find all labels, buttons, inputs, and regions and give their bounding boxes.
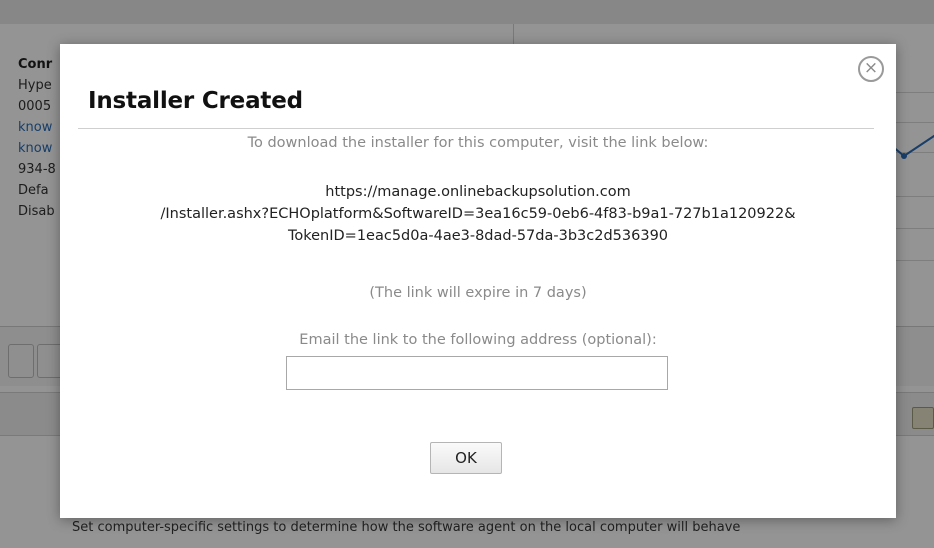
ok-button[interactable]: OK (430, 442, 502, 474)
title-divider (78, 128, 874, 129)
installer-link-line: /Installer.ashx?ECHOplatform&SoftwareID=… (160, 206, 796, 222)
dialog-title: Installer Created (88, 88, 303, 114)
installer-download-link[interactable]: https://manage.onlinebackupsolution.com … (60, 181, 896, 247)
link-expiry-note: (The link will expire in 7 days) (369, 285, 587, 301)
instruction-text: To download the installer for this compu… (247, 135, 709, 151)
installer-link-line: TokenID=1eac5d0a-4ae3-8dad-57da-3b3c2d53… (287, 228, 669, 244)
installer-created-dialog: Installer Created × To download the inst… (60, 44, 896, 518)
email-field[interactable] (286, 356, 668, 390)
email-field-label: Email the link to the following address … (299, 332, 657, 348)
installer-link-line: https://manage.onlinebackupsolution.com (325, 184, 631, 200)
close-icon[interactable]: × (858, 56, 884, 82)
